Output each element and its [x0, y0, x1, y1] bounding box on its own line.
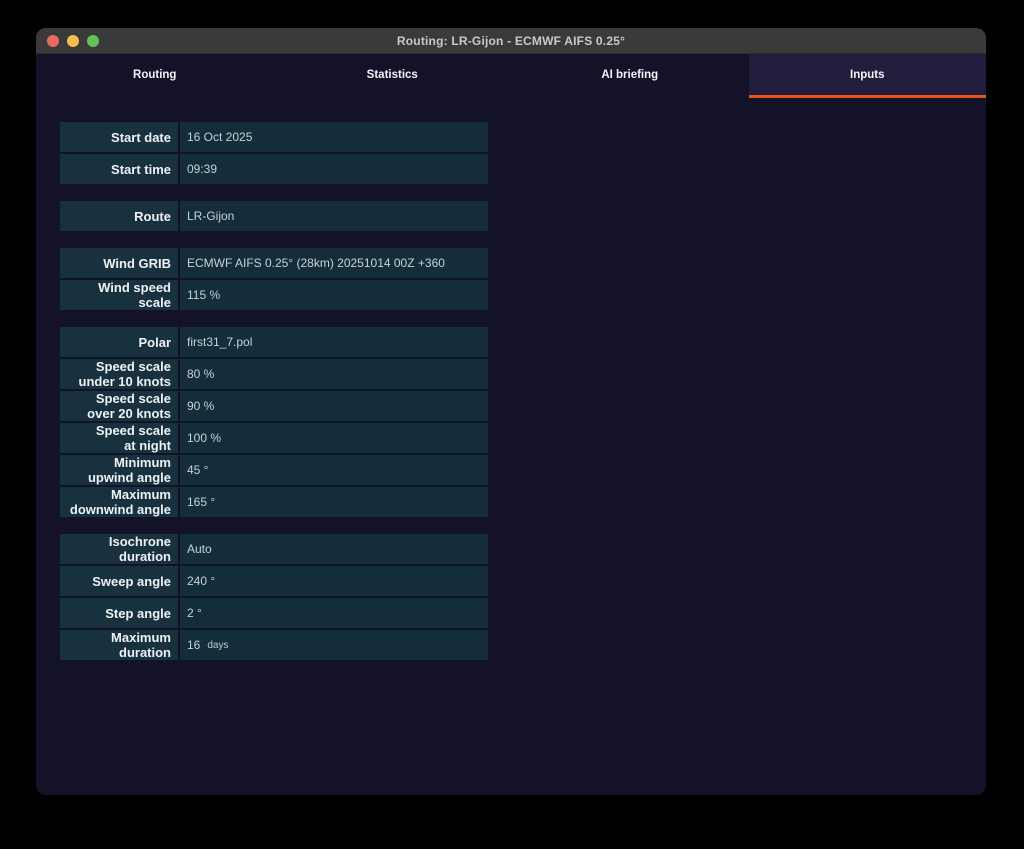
field-value-text: Auto: [187, 542, 212, 556]
form-row-route: Route LR-Gijon: [60, 201, 488, 231]
field-value-text: 80 %: [187, 367, 214, 381]
field-value-text: 16: [187, 638, 200, 652]
app-window: Routing: LR-Gijon - ECMWF AIFS 0.25° Rou…: [36, 28, 986, 795]
field-label: Wind speed scale: [60, 280, 178, 310]
field-label: Isochrone duration: [60, 534, 178, 564]
form-row-start-date: Start date 16 Oct 2025: [60, 122, 488, 152]
field-value[interactable]: 100 %: [180, 423, 488, 453]
form-row-speed-scale-under-10-knots: Speed scale under 10 knots 80 %: [60, 359, 488, 389]
field-value-text: 100 %: [187, 431, 221, 445]
field-value[interactable]: 16 Oct 2025: [180, 122, 488, 152]
field-label: Speed scale under 10 knots: [60, 359, 178, 389]
field-label: Sweep angle: [60, 566, 178, 596]
field-value[interactable]: 09:39: [180, 154, 488, 184]
field-label: Start date: [60, 122, 178, 152]
field-value-text: 240 °: [187, 574, 215, 588]
form-row-wind-speed-scale: Wind speed scale 115 %: [60, 280, 488, 310]
field-value[interactable]: LR-Gijon: [180, 201, 488, 231]
field-value-text: 90 %: [187, 399, 214, 413]
field-value-text: 09:39: [187, 162, 217, 176]
field-group-polar: Polar first31_7.pol Speed scale under 10 k…: [60, 327, 488, 517]
form-row-minimum-upwind-angle: Minimum upwind angle 45 °: [60, 455, 488, 485]
tab-statistics[interactable]: Statistics: [274, 54, 512, 98]
field-value-text: 115 %: [187, 288, 220, 302]
field-value[interactable]: 2 °: [180, 598, 488, 628]
field-value[interactable]: 80 %: [180, 359, 488, 389]
field-value[interactable]: 16 days: [180, 630, 488, 660]
field-value-text: 2 °: [187, 606, 202, 620]
window-controls: [36, 35, 99, 47]
field-value[interactable]: ECMWF AIFS 0.25° (28km) 20251014 00Z +36…: [180, 248, 488, 278]
tab-ai-briefing[interactable]: AI briefing: [511, 54, 749, 98]
field-group-route: Route LR-Gijon: [60, 201, 488, 231]
field-value[interactable]: first31_7.pol: [180, 327, 488, 357]
form-row-polar: Polar first31_7.pol: [60, 327, 488, 357]
close-window-button[interactable]: [47, 35, 59, 47]
field-group-start: Start date 16 Oct 2025 Start time 09:39: [60, 122, 488, 184]
field-label: Speed scale over 20 knots: [60, 391, 178, 421]
desktop-background: Routing: LR-Gijon - ECMWF AIFS 0.25° Rou…: [0, 0, 1024, 849]
field-value[interactable]: 115 %: [180, 280, 488, 310]
field-label: Step angle: [60, 598, 178, 628]
field-label: Maximum duration: [60, 630, 178, 660]
field-value-text: ECMWF AIFS 0.25° (28km) 20251014 00Z +36…: [187, 256, 445, 270]
form-row-step-angle: Step angle 2 °: [60, 598, 488, 628]
tab-bar: RoutingStatisticsAI briefingInputs: [36, 54, 986, 98]
field-value-text: 45 °: [187, 463, 208, 477]
field-value-text: first31_7.pol: [187, 335, 252, 349]
field-group-isochrone: Isochrone duration Auto Sweep angle 240 ° St…: [60, 534, 488, 660]
tab-inputs[interactable]: Inputs: [749, 54, 987, 98]
zoom-window-button[interactable]: [87, 35, 99, 47]
form-row-maximum-duration: Maximum duration 16 days: [60, 630, 488, 660]
field-value[interactable]: 90 %: [180, 391, 488, 421]
field-label: Route: [60, 201, 178, 231]
field-label: Polar: [60, 327, 178, 357]
form-row-sweep-angle: Sweep angle 240 °: [60, 566, 488, 596]
field-value[interactable]: 45 °: [180, 455, 488, 485]
field-value-text: 16 Oct 2025: [187, 130, 252, 144]
tab-routing[interactable]: Routing: [36, 54, 274, 98]
field-label: Start time: [60, 154, 178, 184]
field-unit: days: [207, 640, 228, 651]
form-row-speed-scale-at-night: Speed scale at night 100 %: [60, 423, 488, 453]
form-row-start-time: Start time 09:39: [60, 154, 488, 184]
form-row-speed-scale-over-20-knots: Speed scale over 20 knots 90 %: [60, 391, 488, 421]
inputs-panel: Start date 16 Oct 2025 Start time 09:39 Rout…: [36, 98, 986, 660]
form-row-isochrone-duration: Isochrone duration Auto: [60, 534, 488, 564]
window-title: Routing: LR-Gijon - ECMWF AIFS 0.25°: [36, 34, 986, 48]
field-label: Speed scale at night: [60, 423, 178, 453]
field-value-text: LR-Gijon: [187, 209, 234, 223]
field-value-text: 165 °: [187, 495, 215, 509]
field-label: Wind GRIB: [60, 248, 178, 278]
window-titlebar[interactable]: Routing: LR-Gijon - ECMWF AIFS 0.25°: [36, 28, 986, 54]
field-group-wind: Wind GRIB ECMWF AIFS 0.25° (28km) 2025101…: [60, 248, 488, 310]
field-label: Maximum downwind angle: [60, 487, 178, 517]
field-value[interactable]: Auto: [180, 534, 488, 564]
field-label: Minimum upwind angle: [60, 455, 178, 485]
field-value[interactable]: 165 °: [180, 487, 488, 517]
form-row-wind-grib: Wind GRIB ECMWF AIFS 0.25° (28km) 2025101…: [60, 248, 488, 278]
form-row-maximum-downwind-angle: Maximum downwind angle 165 °: [60, 487, 488, 517]
minimize-window-button[interactable]: [67, 35, 79, 47]
field-value[interactable]: 240 °: [180, 566, 488, 596]
